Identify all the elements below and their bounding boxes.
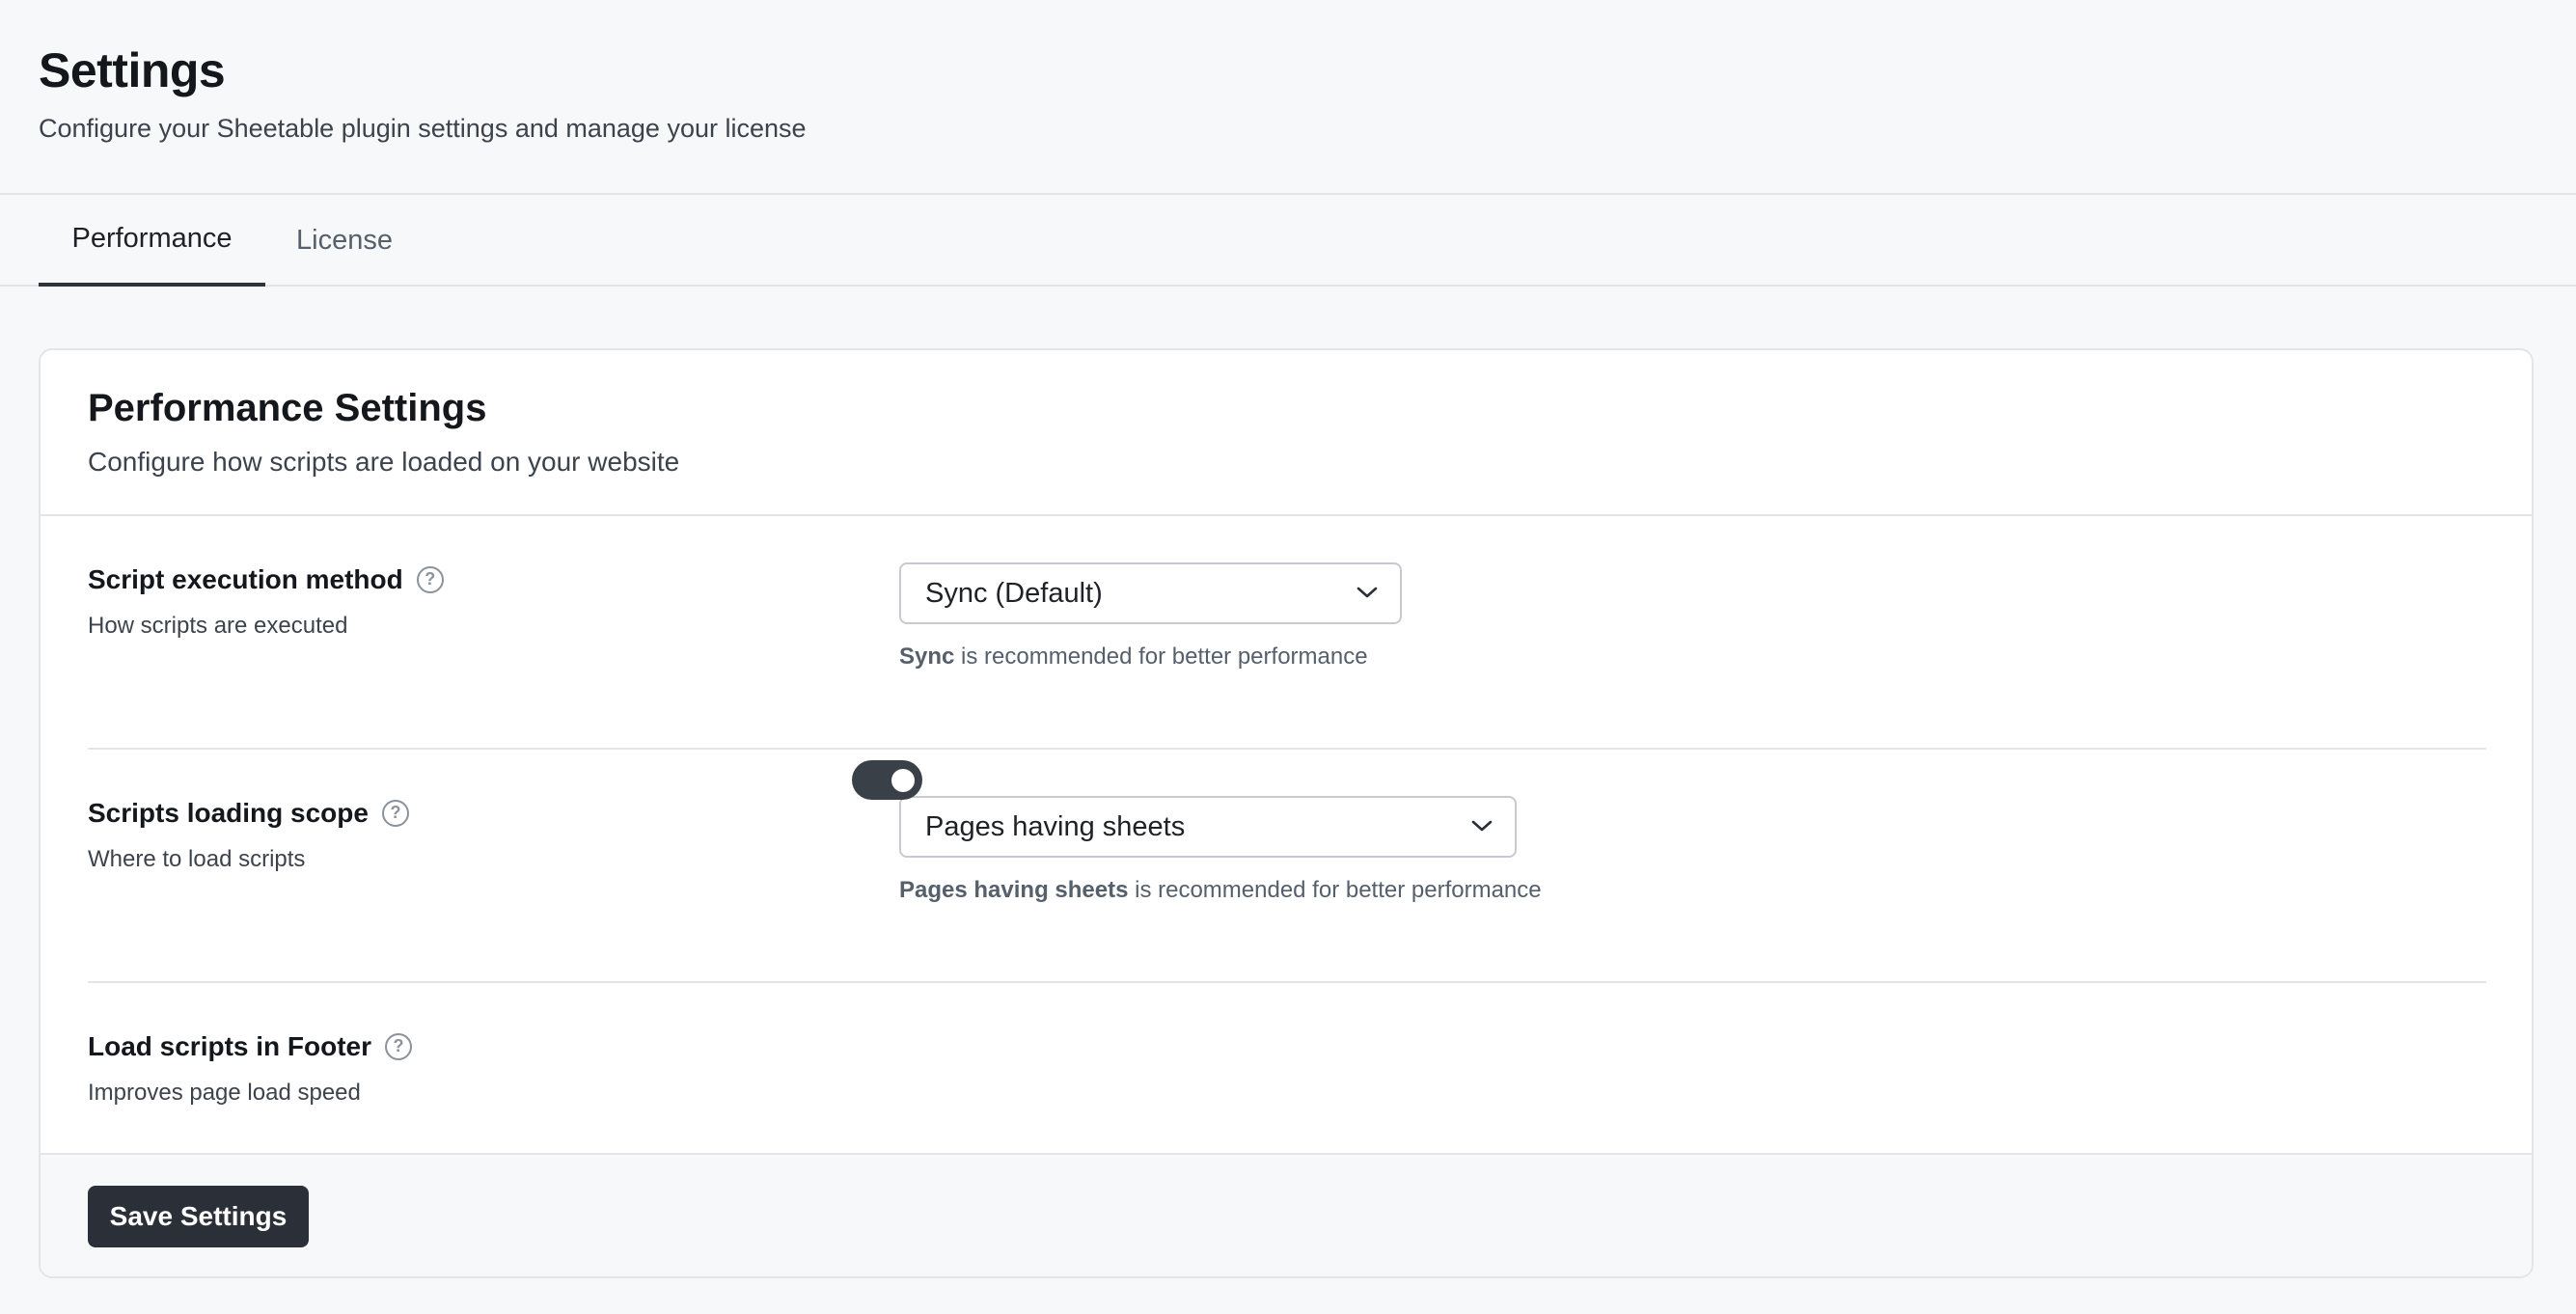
card-footer: Save Settings bbox=[41, 1153, 2532, 1276]
script-execution-select[interactable]: Sync (Default) bbox=[899, 562, 1402, 624]
hint-text: is recommended for better performance bbox=[1128, 877, 1542, 903]
help-circle-icon[interactable]: ? bbox=[381, 800, 409, 827]
setting-label: Script execution method bbox=[88, 564, 403, 594]
setting-description: Improves page load speed bbox=[88, 1080, 361, 1106]
footer-scripts-toggle[interactable] bbox=[852, 760, 922, 800]
hint-strong: Sync bbox=[899, 643, 955, 670]
page-subtitle: Configure your Sheetable plugin settings… bbox=[39, 114, 807, 143]
tab-bar: Performance License bbox=[0, 195, 2576, 287]
setting-row-footer-scripts: Load scripts in Footer ? Improves page l… bbox=[88, 983, 2486, 1172]
hint-strong: Pages having sheets bbox=[899, 877, 1129, 903]
setting-label: Load scripts in Footer bbox=[88, 1031, 372, 1061]
setting-row-loading-scope: Scripts loading scope ? Where to load sc… bbox=[88, 750, 2486, 983]
select-value: Pages having sheets bbox=[925, 810, 1186, 842]
card-subtitle: Configure how scripts are loaded on your… bbox=[88, 447, 680, 477]
tab-performance[interactable]: Performance bbox=[39, 195, 265, 287]
chevron-down-icon bbox=[1357, 587, 1378, 598]
setting-label-container: Scripts loading scope ? bbox=[88, 798, 409, 829]
card-header: Performance Settings Configure how scrip… bbox=[41, 350, 2532, 516]
select-value: Sync (Default) bbox=[925, 577, 1103, 609]
page-title: Settings bbox=[39, 43, 226, 97]
setting-label: Scripts loading scope bbox=[88, 798, 369, 828]
help-circle-icon[interactable]: ? bbox=[385, 1033, 413, 1060]
hint-text: is recommended for better performance bbox=[954, 643, 1368, 670]
setting-description: How scripts are executed bbox=[88, 613, 348, 639]
chevron-down-icon bbox=[1471, 820, 1493, 832]
page-header: Settings Configure your Sheetable plugin… bbox=[0, 0, 2576, 195]
loading-scope-select[interactable]: Pages having sheets bbox=[899, 796, 1517, 858]
setting-hint: Pages having sheets is recommended for b… bbox=[899, 877, 1542, 904]
setting-hint: Sync is recommended for better performan… bbox=[899, 643, 1368, 671]
tab-license[interactable]: License bbox=[280, 195, 409, 287]
setting-row-script-execution: Script execution method ? How scripts ar… bbox=[88, 516, 2486, 750]
toggle-knob bbox=[891, 769, 915, 792]
save-settings-button[interactable]: Save Settings bbox=[88, 1186, 309, 1247]
setting-label-container: Load scripts in Footer ? bbox=[88, 1031, 413, 1062]
card-title: Performance Settings bbox=[88, 387, 487, 429]
setting-description: Where to load scripts bbox=[88, 846, 306, 872]
setting-label-container: Script execution method ? bbox=[88, 564, 444, 595]
help-circle-icon[interactable]: ? bbox=[416, 566, 444, 593]
performance-settings-card: Performance Settings Configure how scrip… bbox=[39, 348, 2534, 1278]
